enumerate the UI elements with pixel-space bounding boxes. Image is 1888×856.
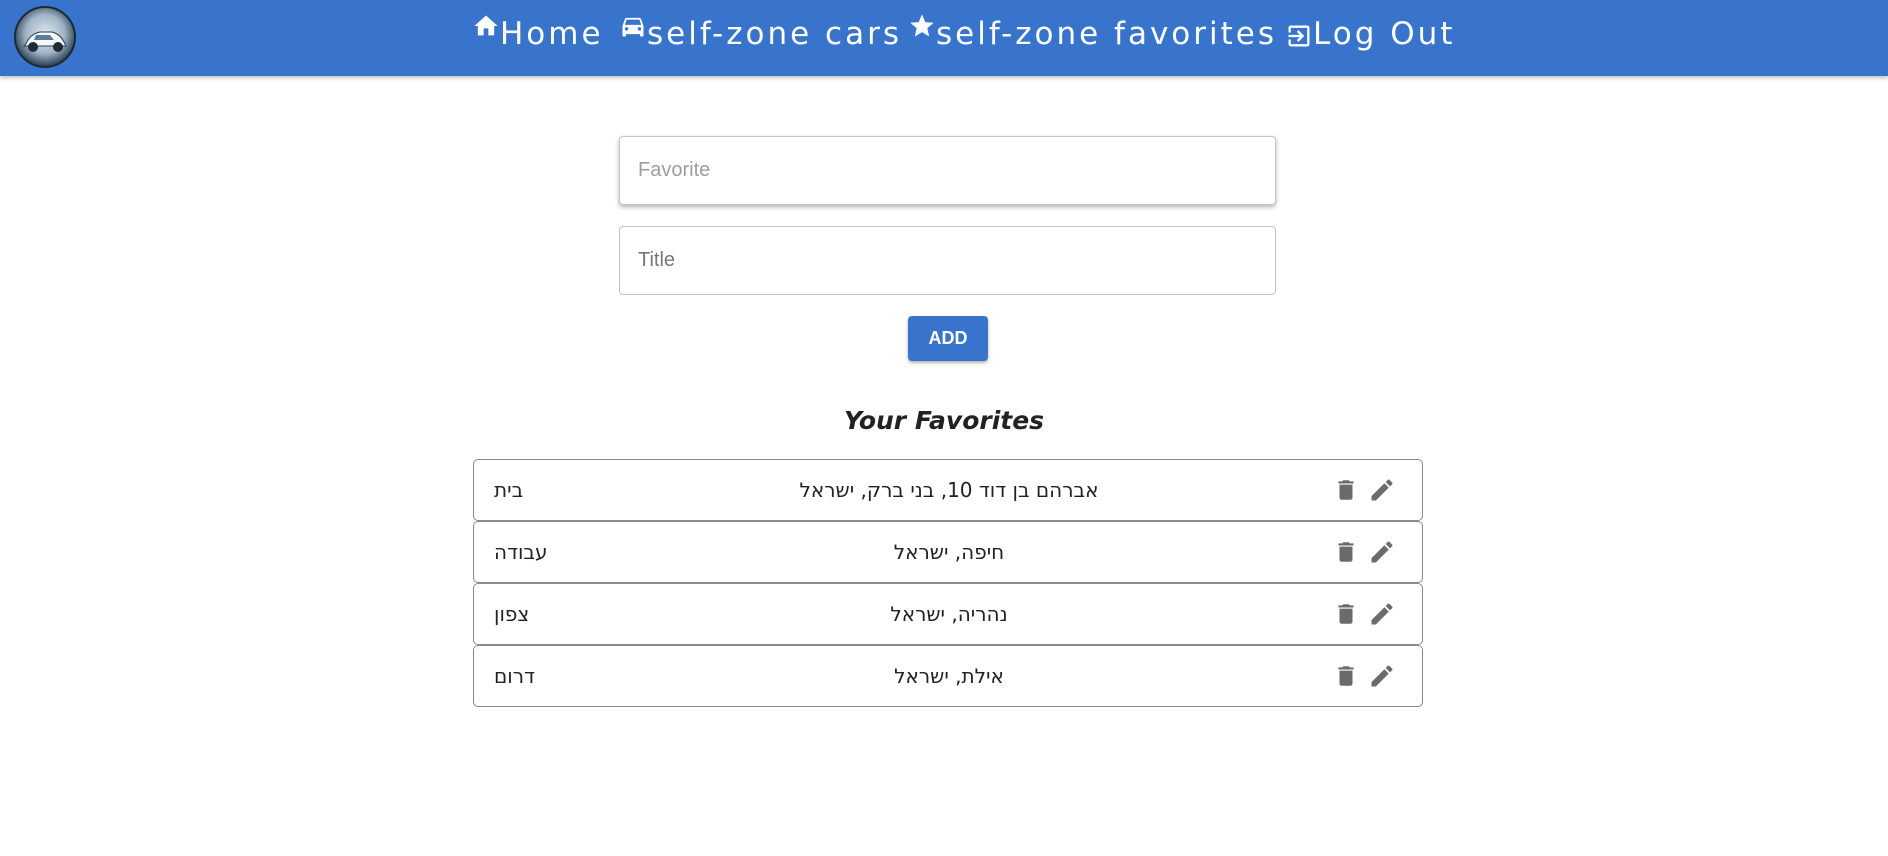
favorite-input[interactable] [620, 137, 1275, 204]
title-input[interactable] [620, 227, 1275, 294]
favorite-title: דרום [494, 664, 535, 688]
nav-logout-label: Log Out [1313, 16, 1456, 52]
delete-icon[interactable] [1332, 474, 1360, 506]
row-actions [1332, 474, 1396, 506]
star-icon [908, 12, 936, 40]
edit-icon[interactable] [1368, 536, 1396, 568]
favorite-row: דרום אילת, ישראל [473, 645, 1423, 707]
logout-icon [1285, 22, 1313, 50]
nav-home-link[interactable]: Home [472, 10, 604, 58]
nav-home-label: Home [500, 16, 604, 52]
delete-icon[interactable] [1332, 598, 1360, 630]
row-actions [1332, 660, 1396, 692]
favorite-address: נהריה, ישראל [890, 602, 1008, 626]
home-icon [472, 12, 500, 40]
add-button[interactable]: ADD [908, 316, 988, 361]
favorite-row: צפון נהריה, ישראל [473, 583, 1423, 645]
edit-icon[interactable] [1368, 660, 1396, 692]
favorite-field[interactable] [619, 136, 1276, 205]
nav-logout-link[interactable]: Log Out [1285, 10, 1455, 58]
favorite-address: חיפה, ישראל [893, 540, 1005, 564]
edit-icon[interactable] [1368, 474, 1396, 506]
edit-icon[interactable] [1368, 598, 1396, 630]
title-field[interactable] [619, 226, 1276, 295]
favorites-heading: Your Favorites [843, 406, 1045, 435]
row-actions [1332, 536, 1396, 568]
row-actions [1332, 598, 1396, 630]
favorite-title: צפון [494, 602, 530, 626]
delete-icon[interactable] [1332, 536, 1360, 568]
delete-icon[interactable] [1332, 660, 1360, 692]
nav-favorites-label: self-zone favorites [936, 16, 1278, 52]
favorites-list: בית אברהם בן דוד 10, בני ברק, ישראל עבוד… [473, 459, 1423, 707]
nav-favorites-link[interactable]: self-zone favorites [908, 10, 1277, 58]
car-icon [619, 12, 647, 40]
car-logo-icon[interactable] [14, 6, 76, 68]
favorite-address: אילת, ישראל [894, 664, 1004, 688]
favorite-title: בית [494, 478, 524, 502]
nav-cars-link[interactable]: self-zone cars [619, 10, 902, 58]
favorite-address: אברהם בן דוד 10, בני ברק, ישראל [799, 478, 1099, 502]
favorite-row: עבודה חיפה, ישראל [473, 521, 1423, 583]
favorite-title: עבודה [494, 540, 548, 564]
favorite-row: בית אברהם בן דוד 10, בני ברק, ישראל [473, 459, 1423, 521]
app-bar: Home self-zone cars self-zone favorites … [0, 0, 1888, 76]
nav-cars-label: self-zone cars [647, 16, 902, 52]
